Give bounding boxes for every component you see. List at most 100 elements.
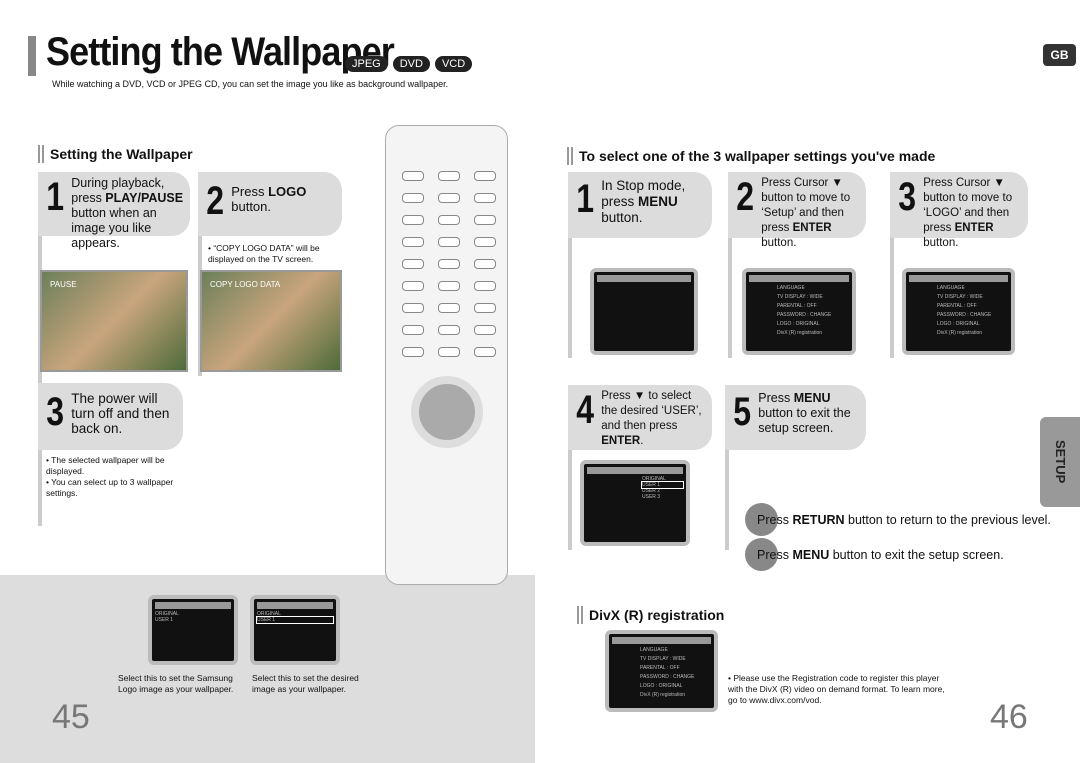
- menu-item: DivX (R) registration: [937, 330, 983, 336]
- menu-item: LOGO : ORIGINAL: [937, 321, 980, 327]
- remote-button: [438, 237, 460, 247]
- screen-logo-user: ORIGINAL USER 1: [250, 595, 340, 665]
- page-title: Setting the Wallpaper: [46, 30, 395, 74]
- page-number-right: 46: [990, 698, 1028, 736]
- step-text: During playback, press PLAY/PAUSE button…: [71, 176, 184, 250]
- step-text: Press ▼ to select the desired ‘USER’, an…: [601, 390, 702, 447]
- remote-button: [438, 303, 460, 313]
- section-title: To select one of the 3 wallpaper setting…: [579, 148, 936, 164]
- step-text: Press Cursor ▼ button to move to ‘Setup’…: [761, 177, 851, 249]
- caption-samsung-logo: Select this to set the Samsung Logo imag…: [118, 673, 234, 694]
- photo-label: PAUSE: [50, 280, 77, 289]
- remote-button: [438, 193, 460, 203]
- remote-button: [438, 347, 460, 357]
- remote-button: [438, 215, 460, 225]
- remote-button: [402, 303, 424, 313]
- column-line: [568, 238, 572, 358]
- photo-copy-logo: COPY LOGO DATA: [200, 270, 342, 372]
- column-line: [725, 450, 729, 550]
- menu-item: LANGUAGE: [937, 285, 965, 291]
- remote-button: [474, 259, 496, 269]
- step-text: Press LOGO button.: [231, 184, 307, 214]
- remote-button: [474, 215, 496, 225]
- menu-item: TV DISPLAY : WIDE: [640, 656, 686, 662]
- tip-return: Press RETURN button to return to the pre…: [757, 513, 1051, 527]
- column-line: [568, 450, 572, 550]
- left-step-2: 2 Press LOGO button.: [198, 172, 342, 236]
- remote-button: [402, 347, 424, 357]
- section-heading-divx: DivX (R) registration: [577, 606, 724, 624]
- remote-button: [402, 325, 424, 335]
- right-step-1: 1 In Stop mode, press MENU button.: [568, 172, 712, 238]
- step-number: 3: [898, 175, 917, 219]
- step-number: 2: [206, 179, 225, 223]
- remote-button: [474, 281, 496, 291]
- step3-notes: • The selected wallpaper will be display…: [46, 455, 186, 499]
- remote-button: [474, 347, 496, 357]
- remote-button: [474, 325, 496, 335]
- section-heading-left: Setting the Wallpaper: [38, 145, 193, 163]
- menu-item: PASSWORD : CHANGE: [937, 312, 992, 318]
- format-badges: JPEG DVD VCD: [345, 56, 473, 72]
- menu-item: DivX (R) registration: [640, 692, 686, 698]
- tip-menu: Press MENU button to exit the setup scre…: [757, 548, 1004, 562]
- photo-label: COPY LOGO DATA: [210, 280, 281, 289]
- menu-item: LANGUAGE: [640, 647, 668, 653]
- remote-control-illustration: [385, 125, 508, 585]
- remote-button: [402, 281, 424, 291]
- step-number: 2: [736, 175, 755, 219]
- screen-main-menu: [590, 268, 698, 355]
- remote-button: [438, 259, 460, 269]
- menu-item: PASSWORD : CHANGE: [777, 312, 832, 318]
- screen-setup-menu: LANGUAGE TV DISPLAY : WIDE PARENTAL : OFF P…: [742, 268, 856, 355]
- screen-logo-original: ORIGINAL USER 1: [148, 595, 238, 665]
- photo-pause: PAUSE: [40, 270, 188, 372]
- language-badge: GB: [1043, 44, 1076, 66]
- page-subtitle: While watching a DVD, VCD or JPEG CD, yo…: [52, 79, 449, 89]
- step-number: 1: [46, 175, 65, 219]
- step-number: 1: [576, 177, 595, 221]
- right-step-3: 3 Press Cursor ▼ button to move to ‘LOGO…: [890, 172, 1028, 249]
- step-number: 4: [576, 388, 595, 432]
- screen-logo-select: ORIGINAL USER 1 USER 2 USER 3: [580, 460, 690, 546]
- badge-dvd: DVD: [392, 56, 430, 72]
- screen-divx-registration: LANGUAGE TV DISPLAY : WIDE PARENTAL : OFF P…: [605, 630, 718, 712]
- divx-note: • Please use the Registration code to re…: [728, 673, 945, 705]
- remote-button: [474, 303, 496, 313]
- menu-item: LOGO : ORIGINAL: [777, 321, 820, 327]
- step-text: Press Cursor ▼ button to move to ‘LOGO’ …: [923, 177, 1013, 249]
- column-line: [728, 238, 732, 358]
- section-title: Setting the Wallpaper: [50, 146, 193, 162]
- screen-setup-logo: LANGUAGE TV DISPLAY : WIDE PARENTAL : OFF P…: [902, 268, 1015, 355]
- remote-button: [438, 325, 460, 335]
- menu-item: PARENTAL : OFF: [777, 303, 817, 309]
- menu-item: LOGO : ORIGINAL: [640, 683, 683, 689]
- right-step-2: 2 Press Cursor ▼ button to move to ‘Setu…: [728, 172, 866, 249]
- note: • You can select up to 3 wallpaper setti…: [46, 477, 174, 498]
- step-text: The power will turn off and then back on…: [71, 391, 170, 436]
- remote-button: [402, 215, 424, 225]
- menu-item: PARENTAL : OFF: [640, 665, 680, 671]
- step-number: 3: [46, 390, 65, 434]
- step-text: Press MENU button to exit the setup scre…: [758, 391, 851, 435]
- right-step-4: 4 Press ▼ to select the desired ‘USER’, …: [568, 385, 712, 450]
- page-number-left: 45: [52, 698, 90, 736]
- menu-item: PARENTAL : OFF: [937, 303, 977, 309]
- remote-button: [438, 281, 460, 291]
- column-line: [890, 238, 894, 358]
- remote-button: [438, 171, 460, 181]
- menu-item: DivX (R) registration: [777, 330, 823, 336]
- remote-button: [474, 171, 496, 181]
- remote-button: [402, 193, 424, 203]
- caption-user-image: Select this to set the desired image as …: [252, 673, 359, 694]
- remote-button: [402, 171, 424, 181]
- right-step-5: 5 Press MENU button to exit the setup sc…: [725, 385, 866, 450]
- step2-note: • “COPY LOGO DATA” will be displayed on …: [208, 243, 320, 264]
- badge-vcd: VCD: [434, 56, 473, 72]
- remote-dpad: [411, 376, 483, 448]
- remote-button: [474, 237, 496, 247]
- remote-button: [474, 193, 496, 203]
- remote-button: [402, 237, 424, 247]
- left-step-3: 3 The power will turn off and then back …: [38, 383, 183, 450]
- step-number: 5: [733, 390, 752, 434]
